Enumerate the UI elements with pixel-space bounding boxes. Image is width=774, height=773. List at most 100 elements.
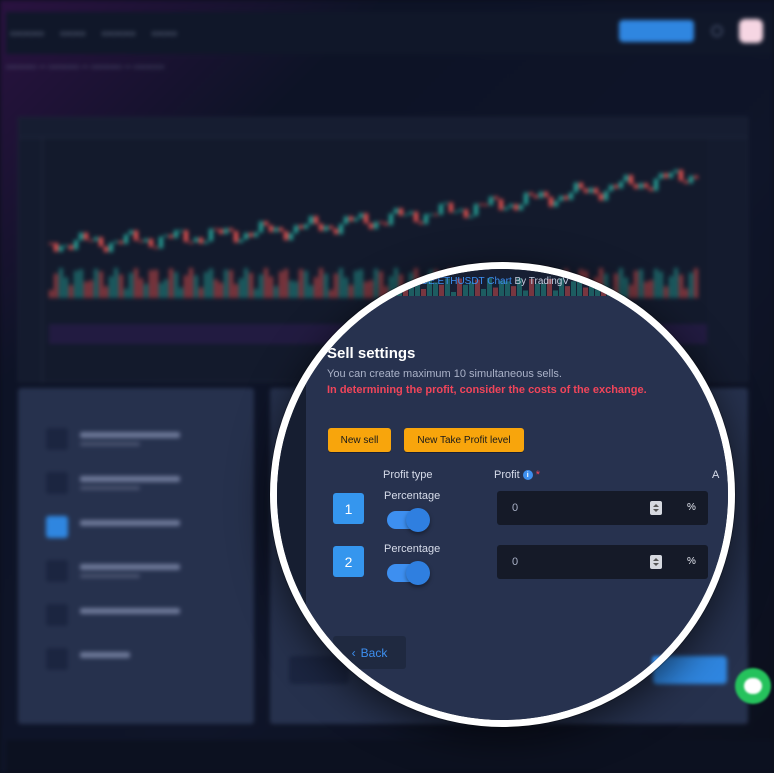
new-take-profit-button[interactable]: New Take Profit level <box>404 428 524 452</box>
volume-bar <box>154 269 158 298</box>
candle <box>594 187 598 194</box>
chat-support-icon[interactable] <box>735 668 771 704</box>
candle <box>509 204 513 208</box>
candle <box>399 208 403 216</box>
candle <box>169 234 173 238</box>
candle <box>339 223 343 235</box>
candle <box>554 200 558 207</box>
volume-bar <box>679 281 684 296</box>
percentage-toggle[interactable] <box>387 561 430 585</box>
nav-item[interactable]: ▭▭▭ <box>60 28 86 39</box>
volume-bar <box>109 276 113 298</box>
back-button[interactable]: ‹ Back <box>333 636 406 669</box>
candle <box>254 232 258 237</box>
candle <box>79 232 83 241</box>
candle <box>574 182 578 193</box>
volume-bar <box>119 274 123 298</box>
wizard-step[interactable] <box>46 470 236 494</box>
volume-bar <box>337 286 342 296</box>
percentage-toggle[interactable] <box>387 508 430 532</box>
candle <box>239 239 243 243</box>
candle <box>584 188 588 193</box>
candle <box>134 230 138 241</box>
volume-bar <box>89 280 93 298</box>
candle <box>194 237 198 243</box>
primary-cta-button[interactable] <box>619 20 694 42</box>
candle <box>419 221 423 225</box>
wizard-step[interactable] <box>46 646 236 670</box>
wizard-step[interactable] <box>46 602 236 626</box>
volume-bar <box>343 278 348 296</box>
candle <box>599 193 603 201</box>
candle <box>429 214 433 216</box>
candle <box>309 216 313 225</box>
candle <box>144 238 148 242</box>
volume-bar <box>703 278 708 296</box>
candle <box>164 234 168 237</box>
volume-bar <box>589 278 594 296</box>
candle <box>569 192 573 200</box>
volume-bar <box>139 278 143 298</box>
candle <box>694 175 698 179</box>
volume-bar <box>391 286 396 296</box>
volume-bar <box>229 270 233 298</box>
wizard-step[interactable] <box>46 558 236 582</box>
candle <box>494 196 498 200</box>
volume-bar <box>54 273 58 298</box>
delete-row-icon[interactable] <box>706 594 720 608</box>
candle <box>679 169 683 181</box>
candle <box>434 214 438 216</box>
candle <box>259 221 263 233</box>
wizard-step[interactable] <box>46 426 236 450</box>
next-button[interactable] <box>652 656 727 684</box>
volume-bar <box>254 288 258 298</box>
nav-item[interactable]: ▭▭▭ <box>152 28 178 39</box>
volume-bar <box>331 281 336 296</box>
candle <box>644 183 648 188</box>
candle <box>104 246 108 253</box>
candle <box>64 245 68 247</box>
candle <box>649 187 653 191</box>
number-stepper-icon[interactable] <box>650 501 662 515</box>
volume-bar <box>373 278 378 296</box>
sell-settings-title: Sell settings <box>327 345 416 362</box>
avatar[interactable] <box>739 19 763 43</box>
volume-bar <box>74 270 78 298</box>
volume-bar <box>204 272 208 298</box>
volume-bar <box>607 282 612 296</box>
candle <box>249 232 253 237</box>
volume-bar <box>649 279 654 296</box>
volume-bar <box>667 287 672 296</box>
candle <box>184 230 188 242</box>
candle <box>234 231 238 243</box>
volume-bar <box>481 288 486 296</box>
profit-input[interactable]: 0 % <box>497 545 708 579</box>
volume-bar <box>715 283 720 296</box>
candle <box>504 207 508 211</box>
chart-drawing-tools <box>19 138 43 383</box>
candle <box>269 225 273 232</box>
volume-bar <box>194 275 198 298</box>
new-sell-button[interactable]: New sell <box>328 428 391 452</box>
info-icon[interactable]: i <box>522 470 533 480</box>
wizard-step[interactable] <box>46 514 236 538</box>
profit-input[interactable]: 0 % <box>497 491 708 525</box>
volume-bar <box>259 274 263 298</box>
candle <box>469 215 473 218</box>
volume-bar <box>313 278 318 296</box>
notification-icon[interactable] <box>711 25 723 37</box>
profit-header-label: Profit <box>494 469 520 481</box>
candle <box>274 227 278 232</box>
candle <box>604 191 608 201</box>
candle <box>74 240 78 250</box>
chart-symbol-link[interactable]: ICE:ETHUSDT Chart <box>418 276 512 287</box>
candle <box>454 211 458 213</box>
number-stepper-icon[interactable] <box>650 555 662 569</box>
nav-item[interactable]: ▭▭▭▭ <box>10 28 44 39</box>
nav-item[interactable]: ▭▭▭▭ <box>102 28 136 39</box>
candle <box>299 225 303 229</box>
sell-settings-subtitle: You can create maximum 10 simultaneous s… <box>327 368 562 380</box>
candle <box>609 185 613 192</box>
candle <box>349 216 353 222</box>
candle <box>174 230 178 238</box>
